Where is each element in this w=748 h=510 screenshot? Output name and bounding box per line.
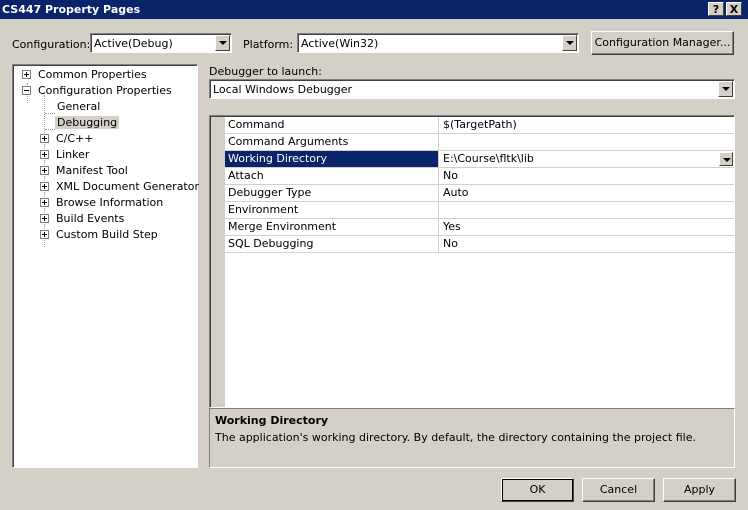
property-name: Command Arguments — [225, 134, 439, 150]
help-button[interactable]: ? — [708, 2, 724, 16]
property-value[interactable]: Auto — [440, 185, 734, 201]
tree-item-label: Custom Build Step — [56, 228, 158, 241]
tree-item-linker[interactable]: Linker — [40, 147, 190, 162]
configuration-combo[interactable]: Active(Debug) — [90, 33, 232, 53]
expand-icon[interactable] — [40, 198, 49, 207]
property-value[interactable] — [440, 202, 734, 218]
tree-line — [45, 129, 55, 130]
configuration-label: Configuration: — [12, 38, 91, 51]
debugger-label: Debugger to launch: — [209, 65, 322, 78]
chevron-down-icon[interactable] — [718, 81, 733, 97]
close-button[interactable]: X — [726, 2, 742, 16]
expand-icon[interactable] — [22, 70, 31, 79]
property-name: Command — [225, 117, 439, 133]
tree-item-label: General — [57, 100, 101, 113]
tree-item-label: Build Events — [56, 212, 125, 225]
expand-icon[interactable] — [40, 166, 49, 175]
description-title: Working Directory — [215, 414, 329, 427]
property-value[interactable] — [440, 134, 734, 150]
cancel-button[interactable]: Cancel — [582, 478, 655, 502]
chevron-down-icon[interactable] — [215, 35, 230, 51]
description-pane: Working Directory The application's work… — [209, 408, 735, 468]
tree-item-debugging[interactable]: Debugging — [55, 115, 175, 130]
tree-item-build-events[interactable]: Build Events — [40, 211, 190, 226]
tree-item-general[interactable]: General — [55, 99, 175, 114]
platform-value: Active(Win32) — [301, 37, 379, 50]
debugger-combo[interactable]: Local Windows Debugger — [209, 79, 735, 99]
tree-line — [45, 113, 55, 114]
property-row-debugger-type[interactable]: Debugger Type Auto — [225, 185, 734, 202]
property-row-working-directory[interactable]: Working Directory E:\Course\fltk\lib — [225, 151, 734, 168]
tree-item-custom-build-step[interactable]: Custom Build Step — [40, 227, 190, 242]
tree-item-label: C/C++ — [56, 132, 94, 145]
tree-item-label: Manifest Tool — [56, 164, 128, 177]
property-row-attach[interactable]: Attach No — [225, 168, 734, 185]
expand-icon[interactable] — [40, 230, 49, 239]
tree-item-manifest-tool[interactable]: Manifest Tool — [40, 163, 190, 178]
configuration-value: Active(Debug) — [94, 37, 173, 50]
property-grid: Command $(TargetPath) Command Arguments … — [209, 115, 735, 408]
tree-item-browse-information[interactable]: Browse Information — [40, 195, 190, 210]
tree-item-label: XML Document Generator — [56, 180, 199, 193]
tree-item-label: Debugging — [55, 116, 120, 129]
tree-item-xml-document-generator[interactable]: XML Document Generator — [40, 179, 199, 194]
tree-item-label: Browse Information — [56, 196, 164, 209]
configuration-manager-button[interactable]: Configuration Manager... — [591, 31, 734, 55]
property-value-editor[interactable]: E:\Course\fltk\lib — [440, 151, 734, 167]
property-name: Working Directory — [225, 151, 439, 167]
property-value[interactable]: No — [440, 236, 734, 252]
tree-item-label: Linker — [56, 148, 90, 161]
platform-combo[interactable]: Active(Win32) — [297, 33, 579, 53]
property-value[interactable]: $(TargetPath) — [440, 117, 734, 133]
expand-icon[interactable] — [40, 134, 49, 143]
expand-icon[interactable] — [40, 214, 49, 223]
property-row-sql-debugging[interactable]: SQL Debugging No — [225, 236, 734, 253]
property-name: Attach — [225, 168, 439, 184]
description-text: The application's working directory. By … — [215, 431, 696, 444]
tree-item-label: Configuration Properties — [38, 84, 172, 97]
tree-item-configuration-properties[interactable]: Configuration Properties — [22, 83, 192, 98]
window-title: CS447 Property Pages — [2, 3, 141, 16]
expand-icon[interactable] — [40, 150, 49, 159]
chevron-down-icon[interactable] — [562, 35, 577, 51]
property-row-command[interactable]: Command $(TargetPath) — [225, 117, 734, 134]
property-row-merge-environment[interactable]: Merge Environment Yes — [225, 219, 734, 236]
expand-icon[interactable] — [40, 182, 49, 191]
category-tree[interactable]: Common Properties Configuration Properti… — [12, 64, 199, 468]
debugger-value: Local Windows Debugger — [213, 83, 353, 96]
tree-item-common-properties[interactable]: Common Properties — [22, 67, 192, 82]
property-name: Merge Environment — [225, 219, 439, 235]
property-name: Debugger Type — [225, 185, 439, 201]
chevron-down-icon[interactable] — [719, 152, 733, 166]
apply-button[interactable]: Apply — [663, 478, 736, 502]
collapse-icon[interactable] — [22, 86, 31, 95]
property-value[interactable]: Yes — [440, 219, 734, 235]
property-name: Environment — [225, 202, 439, 218]
ok-button[interactable]: OK — [501, 478, 574, 502]
grid-gutter — [211, 117, 225, 407]
title-bar: CS447 Property Pages ? X — [0, 0, 748, 19]
property-value[interactable]: No — [440, 168, 734, 184]
tree-item-c-cpp[interactable]: C/C++ — [40, 131, 190, 146]
property-row-environment[interactable]: Environment — [225, 202, 734, 219]
property-row-command-arguments[interactable]: Command Arguments — [225, 134, 734, 151]
property-name: SQL Debugging — [225, 236, 439, 252]
property-value[interactable]: E:\Course\fltk\lib — [443, 152, 534, 165]
tree-item-label: Common Properties — [38, 68, 147, 81]
platform-label: Platform: — [243, 38, 294, 51]
